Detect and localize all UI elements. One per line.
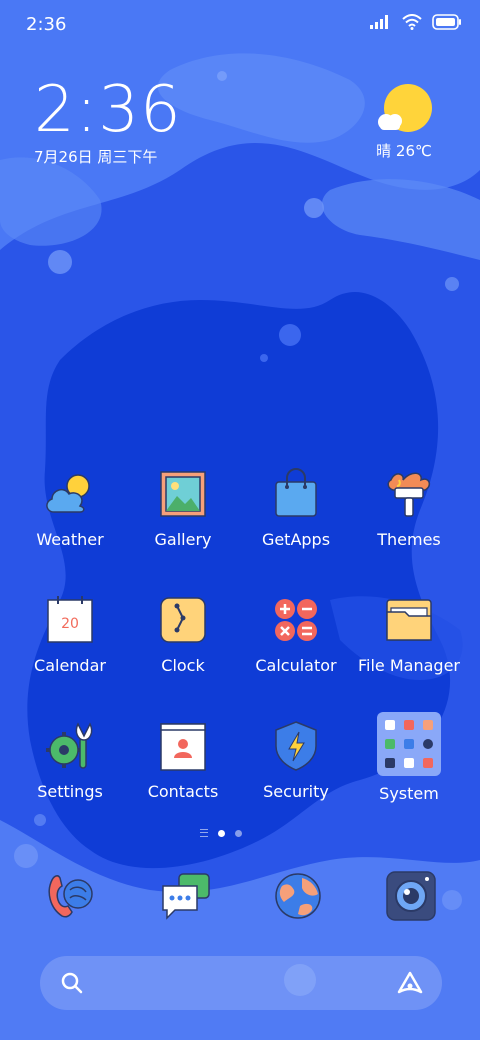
app-themes[interactable]: Themes [353, 466, 465, 549]
calendar-icon: 20 [47, 596, 93, 643]
clock-icon [160, 597, 206, 643]
signal-icon [370, 15, 388, 29]
assistant-icon[interactable] [396, 970, 424, 996]
gallery-icon [160, 471, 206, 517]
wifi-icon [402, 14, 422, 30]
app-label: Settings [37, 782, 103, 801]
app-label: System [379, 784, 439, 803]
clock-time: 2:36 [34, 73, 182, 147]
app-label: Security [263, 782, 329, 801]
battery-icon [432, 14, 461, 30]
app-label: Calendar [34, 656, 106, 675]
phone-icon[interactable] [42, 868, 98, 924]
app-calendar[interactable]: 20 Calendar [14, 592, 126, 675]
status-bar: 2:36 [0, 0, 480, 50]
weather-text: 晴 26℃ [376, 142, 432, 160]
camera-icon[interactable] [383, 868, 439, 924]
minus-one-page-indicator [200, 829, 208, 837]
app-label: Gallery [154, 530, 212, 549]
app-security[interactable]: Security [240, 718, 352, 801]
app-file-manager[interactable]: File Manager [353, 592, 465, 675]
themes-icon [387, 472, 431, 517]
system-folder-icon [377, 712, 441, 776]
app-label: Calculator [255, 656, 337, 675]
weather-icon [46, 474, 90, 513]
app-calculator[interactable]: Calculator [240, 592, 352, 675]
app-getapps[interactable]: GetApps [240, 466, 352, 549]
file-manager-icon [386, 599, 432, 641]
sun-cloud-icon [378, 84, 432, 132]
clock-widget[interactable]: 2:36 7月26日 周三下午 [34, 78, 182, 167]
svg-text:20: 20 [61, 616, 79, 632]
app-gallery[interactable]: Gallery [127, 466, 239, 549]
search-bar[interactable] [40, 956, 442, 1010]
page-indicator[interactable] [200, 829, 242, 837]
app-system-folder[interactable]: System [353, 712, 465, 803]
clock-date: 7月26日 周三下午 [34, 148, 158, 166]
app-label: File Manager [358, 656, 460, 675]
weather-widget[interactable]: 晴 26℃ [364, 84, 444, 161]
messages-icon[interactable] [157, 868, 213, 924]
app-weather[interactable]: Weather [14, 466, 126, 549]
settings-icon [46, 722, 93, 769]
search-icon [61, 972, 83, 994]
page-dot-active [218, 829, 225, 837]
status-icons [370, 14, 462, 30]
app-contacts[interactable]: Contacts [127, 718, 239, 801]
app-label: Contacts [147, 782, 219, 801]
app-label: GetApps [261, 530, 331, 549]
security-icon [275, 721, 317, 771]
app-label: Themes [377, 530, 441, 549]
app-label: Weather [36, 530, 104, 549]
contacts-icon [160, 723, 206, 771]
browser-icon[interactable] [270, 868, 326, 924]
calculator-icon [275, 599, 317, 641]
app-label: Clock [161, 656, 205, 675]
page-dot [235, 829, 242, 837]
app-settings[interactable]: Settings [14, 718, 126, 801]
app-clock[interactable]: Clock [127, 592, 239, 675]
getapps-icon [275, 468, 317, 517]
status-time: 2:36 [26, 14, 67, 35]
